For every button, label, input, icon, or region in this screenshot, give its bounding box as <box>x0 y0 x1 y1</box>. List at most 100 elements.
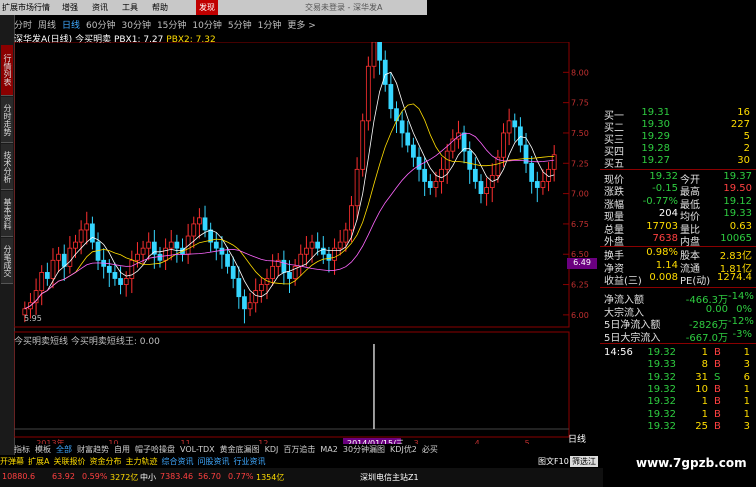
tick-price: 19.32 <box>647 408 676 420</box>
indicator-tab-5[interactable]: 帽子哈操盘 <box>135 445 175 454</box>
search-box[interactable]: 筛选江 <box>570 456 598 467</box>
sidebar-tab-list[interactable]: 行情列表 <box>1 45 13 96</box>
candle-body <box>197 217 202 225</box>
candle-body <box>478 181 484 194</box>
indicator-tab-7[interactable]: 黄金底漏图 <box>220 445 260 454</box>
flow-pct: 0% <box>736 303 752 315</box>
indicator-tab-10[interactable]: MA2 <box>320 445 337 454</box>
candle-body <box>354 168 360 207</box>
function-tab-7[interactable]: 行业资讯 <box>233 457 265 466</box>
y-tick-label: 7.50 <box>571 129 589 138</box>
function-tab-5[interactable]: 综合资讯 <box>161 457 193 466</box>
tick-price: 19.32 <box>647 347 676 358</box>
stat-value: 7638 <box>652 233 678 244</box>
period-label[interactable]: 日线 <box>568 432 586 445</box>
indicator-tab-12[interactable]: KDJ优2 <box>390 445 417 454</box>
candle-body <box>84 223 90 231</box>
period-tab-6[interactable]: 10分钟 <box>192 21 221 31</box>
candle-body <box>247 302 253 310</box>
stat-value: 1274.4 <box>717 272 752 284</box>
candle-body <box>253 290 259 304</box>
f10-button[interactable]: 图文F10 <box>538 456 569 467</box>
period-tab-0[interactable]: 分时 <box>14 21 32 31</box>
period-tab-3[interactable]: 60分钟 <box>86 21 115 31</box>
menu-item-tools[interactable]: 工具 <box>122 2 138 13</box>
tick-count: 3 <box>743 359 750 371</box>
bid-volume: 5 <box>743 131 750 142</box>
menu-item-enhance[interactable]: 增强 <box>62 2 78 13</box>
sidebar: 行情列表 分时走势 技术分析 基本资料 分笔成交 <box>0 15 15 455</box>
period-tab-9[interactable]: 更多 > <box>287 21 315 31</box>
candle-body <box>360 120 366 170</box>
candle-body <box>506 120 512 134</box>
candle-body <box>427 181 433 188</box>
bid-price: 19.27 <box>641 155 670 166</box>
indicator-tab-8[interactable]: KDJ <box>265 445 279 454</box>
candle-body <box>315 241 321 249</box>
period-tab-2[interactable]: 日线 <box>62 21 80 31</box>
menu-item-news[interactable]: 资讯 <box>92 2 108 13</box>
candle-body <box>382 59 388 85</box>
index1-pct: 0.59% <box>82 472 108 481</box>
indicator-tab-3[interactable]: 财富趋势 <box>77 445 109 454</box>
flow-pct: -14% <box>728 291 754 302</box>
sidebar-tab-basic[interactable]: 基本资料 <box>1 191 13 237</box>
indicator-tab-11[interactable]: 30分钟漏图 <box>343 445 385 454</box>
stat-label: PE(动) <box>680 276 711 288</box>
last-price-badge: 6.49 <box>567 258 597 269</box>
candle-body <box>518 126 523 146</box>
tick-side: B <box>714 396 721 408</box>
tick-price: 19.32 <box>647 396 676 408</box>
menu-item-discover[interactable]: 发现 <box>196 0 218 15</box>
indicator-tab-1[interactable]: 模板 <box>35 445 51 454</box>
menu-item-market[interactable]: 扩展市场行情 <box>2 2 50 13</box>
sidebar-tab-technical[interactable]: 技术分析 <box>1 144 13 190</box>
period-tab-7[interactable]: 5分钟 <box>228 21 252 31</box>
tick-side: B <box>714 408 721 420</box>
candle-body <box>73 241 78 249</box>
tick-volume: 25 <box>695 420 708 432</box>
function-tab-2[interactable]: 关联报价 <box>53 457 85 466</box>
flow-value: 0.00 <box>705 303 728 315</box>
stat-value: 0.008 <box>649 272 678 284</box>
candle-body <box>337 241 343 249</box>
candle-body <box>118 278 123 285</box>
flow-label: 5日大宗流入 <box>604 332 661 344</box>
y-tick-label: 8.00 <box>571 68 589 77</box>
function-tab-0[interactable]: 开弹幕 <box>0 457 24 466</box>
candle-body <box>157 253 163 261</box>
main-chart-frame <box>14 42 570 328</box>
menu-item-help[interactable]: 帮助 <box>152 2 168 13</box>
indicator-tab-2[interactable]: 全部 <box>56 445 72 454</box>
sidebar-tab-ticks[interactable]: 分笔成交 <box>1 238 13 284</box>
period-tab-4[interactable]: 30分钟 <box>122 21 151 31</box>
function-tab-3[interactable]: 资金分布 <box>89 457 121 466</box>
index2-value: 7383.46 <box>160 472 194 481</box>
indicator-tab-6[interactable]: VOL-TDX <box>180 445 215 454</box>
candle-body <box>399 120 405 134</box>
candle-body <box>242 296 247 310</box>
indicator-tab-13[interactable]: 必买 <box>422 445 438 454</box>
function-tab-4[interactable]: 主力轨迹 <box>125 457 157 466</box>
candle-body <box>388 84 394 110</box>
low-price-label: 5.95 <box>24 314 42 323</box>
bid-price: 19.28 <box>641 143 670 154</box>
divider <box>600 287 756 288</box>
period-tab-8[interactable]: 1分钟 <box>258 21 282 31</box>
candle-body <box>439 168 444 182</box>
candle-body <box>304 247 309 255</box>
sidebar-tab-minute[interactable]: 分时走势 <box>1 97 13 143</box>
watermark: www.7gpzb.com <box>603 436 756 487</box>
candle-body <box>534 181 540 188</box>
indicator-tab-9[interactable]: 百万追击 <box>283 445 315 454</box>
candle-body <box>44 272 50 279</box>
indicator-tab-0[interactable]: 指标 <box>14 445 30 454</box>
indicator-tab-4[interactable]: 自用 <box>114 445 130 454</box>
function-tab-6[interactable]: 问股资讯 <box>197 457 229 466</box>
period-tab-1[interactable]: 周线 <box>38 21 56 31</box>
tick-volume: 1 <box>701 347 708 358</box>
bid-volume: 30 <box>737 155 750 166</box>
kline-chart[interactable]: 8.007.757.507.257.006.756.506.256.005.95… <box>14 42 604 444</box>
period-tab-5[interactable]: 15分钟 <box>157 21 186 31</box>
function-tab-1[interactable]: 扩展A <box>28 457 49 466</box>
